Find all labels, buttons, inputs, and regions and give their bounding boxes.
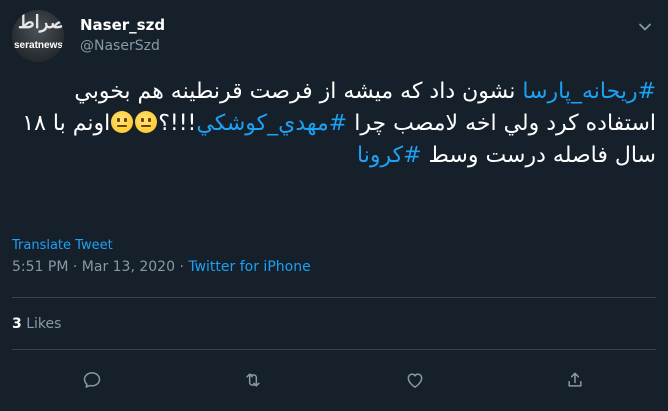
tweet-time[interactable]: 5:51 PM bbox=[12, 259, 68, 275]
chevron-down-icon bbox=[639, 23, 651, 31]
hashtag-link[interactable]: #ریحانه_پارسا bbox=[522, 79, 656, 104]
divider bbox=[12, 349, 656, 350]
retweet-button[interactable] bbox=[241, 368, 265, 392]
meta-separator: · bbox=[68, 259, 82, 275]
tweet-header: صراط seratnews.ir Naser_szd @NaserSzd bbox=[12, 10, 656, 66]
like-icon bbox=[407, 373, 423, 388]
author-handle[interactable]: @NaserSzd bbox=[80, 38, 160, 54]
avatar-logo: صراط bbox=[18, 12, 64, 33]
tweet-meta: 5:51 PM · Mar 13, 2020 · Twitter for iPh… bbox=[12, 259, 311, 275]
meta-separator: · bbox=[175, 259, 189, 275]
share-button[interactable] bbox=[563, 368, 587, 392]
reply-button[interactable] bbox=[80, 368, 104, 392]
translate-tweet-link[interactable]: Translate Tweet bbox=[12, 238, 113, 253]
tweet-source-link[interactable]: Twitter for iPhone bbox=[188, 259, 310, 275]
neutral-face-icon bbox=[111, 111, 134, 133]
avatar-watermark: seratnews.ir bbox=[14, 40, 64, 51]
divider bbox=[12, 297, 656, 298]
tweet-text-segment: !!!؟ bbox=[158, 111, 197, 136]
reply-icon bbox=[83, 372, 101, 388]
retweet-icon bbox=[246, 373, 260, 387]
likes-count: 3 bbox=[12, 316, 22, 332]
likes-count-link[interactable]: 3 Likes bbox=[12, 316, 61, 332]
author-name[interactable]: Naser_szd bbox=[80, 16, 165, 34]
hashtag-link[interactable]: #مهدي_کوشکي bbox=[196, 111, 347, 136]
like-button[interactable] bbox=[403, 368, 427, 392]
more-options-button[interactable] bbox=[634, 16, 656, 38]
share-icon bbox=[568, 372, 582, 387]
likes-label: Likes bbox=[21, 316, 62, 332]
neutral-face-icon bbox=[135, 111, 158, 133]
tweet-actions bbox=[12, 362, 656, 398]
avatar[interactable]: صراط seratnews.ir bbox=[12, 10, 64, 62]
tweet-date[interactable]: Mar 13, 2020 bbox=[82, 259, 175, 275]
tweet-text: #ریحانه_پارسا نشون داد که میشه از فرصت ق… bbox=[12, 76, 656, 172]
hashtag-link[interactable]: #کرونا bbox=[357, 143, 422, 168]
